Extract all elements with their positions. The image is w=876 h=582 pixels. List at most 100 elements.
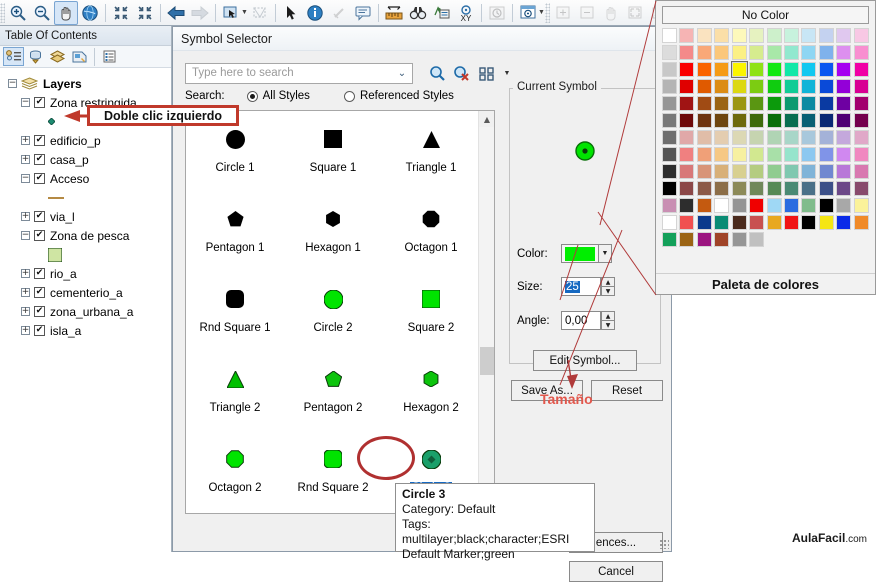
layer-row-isla-a[interactable]: + isla_a [2,321,171,340]
color-swatch[interactable] [662,198,677,213]
color-swatch[interactable] [766,96,782,111]
find-binoculars-icon[interactable] [406,1,430,25]
color-swatch[interactable] [679,147,695,162]
color-swatch[interactable] [766,28,782,43]
pan-page-icon[interactable] [599,1,623,25]
color-swatch[interactable] [730,61,748,78]
color-swatch[interactable] [818,164,834,179]
color-swatch[interactable] [679,28,695,43]
list-by-drawing-order-icon[interactable] [3,47,24,66]
search-icon[interactable] [427,64,447,83]
symbol-item[interactable]: Octagon 2 [186,436,284,513]
reset-button[interactable]: Reset [591,380,663,401]
layer-row-zona-de-pesca[interactable]: − Zona de pesca [2,226,171,245]
color-swatch[interactable] [801,79,817,94]
color-swatch[interactable] [662,130,677,145]
clear-search-icon[interactable] [451,64,471,83]
color-swatch[interactable] [696,130,712,145]
color-swatch[interactable] [662,215,677,230]
identify-icon[interactable] [303,1,327,25]
fixed-zoom-in-icon[interactable] [109,1,133,25]
scroll-up-button[interactable]: ▲ [479,111,494,127]
symbol-item[interactable]: Triangle 1 [382,116,480,196]
color-swatch[interactable] [836,45,852,60]
color-swatch[interactable] [714,164,730,179]
layer-row-cementerio-a[interactable]: + cementerio_a [2,283,171,302]
color-swatch[interactable] [662,28,677,43]
color-swatch[interactable] [662,96,677,111]
color-swatch[interactable] [801,198,817,213]
layer-row-zona-urbana-a[interactable]: + zona_urbana_a [2,302,171,321]
angle-stepper-down-icon[interactable]: ▼ [601,321,615,330]
html-popup-icon[interactable] [351,1,375,25]
color-swatch[interactable] [783,147,799,162]
color-swatch[interactable] [662,164,677,179]
color-swatch[interactable] [818,113,834,128]
zoom-in-page-icon[interactable] [551,1,575,25]
color-swatch[interactable] [853,130,869,145]
color-swatch[interactable] [749,113,765,128]
layer-visibility-checkbox[interactable] [34,306,45,317]
layer-row-acceso[interactable]: − Acceso [2,169,171,188]
symbol-item[interactable]: Rnd Square 1 [186,276,284,356]
angle-stepper[interactable]: ▲ ▼ [601,311,615,330]
color-swatch[interactable] [836,164,852,179]
create-viewer-window-icon[interactable] [516,1,540,25]
layer-visibility-checkbox[interactable] [34,230,45,241]
layer-visibility-checkbox[interactable] [34,97,45,108]
color-swatch[interactable] [714,181,730,196]
pan-hand-icon[interactable] [54,0,78,25]
color-swatch[interactable] [853,28,869,43]
layer-row-casa-p[interactable]: + casa_p [2,150,171,169]
color-swatch[interactable] [696,232,712,247]
color-swatch[interactable] [731,164,747,179]
color-swatch[interactable] [853,164,869,179]
color-swatch[interactable] [783,62,799,77]
color-swatch[interactable] [731,79,747,94]
color-swatch[interactable] [853,215,869,230]
color-swatch[interactable] [679,113,695,128]
find-route-icon[interactable] [430,1,454,25]
color-swatch[interactable] [731,113,747,128]
expander-icon[interactable]: − [21,174,30,183]
view-mode-icon[interactable] [477,64,497,83]
color-swatch[interactable] [801,96,817,111]
color-swatch[interactable] [714,62,730,77]
color-swatch[interactable] [783,113,799,128]
color-swatch[interactable] [749,96,765,111]
symbol-item[interactable]: Hexagon 2 [382,356,480,436]
no-color-button[interactable]: No Color [662,6,869,24]
color-swatch[interactable] [714,96,730,111]
color-swatch[interactable] [783,164,799,179]
color-swatch[interactable] [766,198,782,213]
angle-input[interactable]: 0,00 [561,311,601,330]
layer-row-rio-a[interactable]: + rio_a [2,264,171,283]
color-swatch[interactable] [662,181,677,196]
expander-icon[interactable]: − [21,231,30,240]
color-swatch[interactable] [801,113,817,128]
color-swatch[interactable] [818,215,834,230]
symbol-item[interactable]: Circle 1 [186,116,284,196]
color-swatch[interactable] [801,181,817,196]
color-swatch[interactable] [783,130,799,145]
color-swatch[interactable] [818,96,834,111]
color-swatch[interactable] [836,181,852,196]
color-swatch[interactable] [801,62,817,77]
symbol-item[interactable]: Octagon 1 [382,196,480,276]
color-swatch[interactable] [714,130,730,145]
color-swatch[interactable] [696,198,712,213]
color-swatch[interactable] [836,62,852,77]
color-swatch[interactable] [818,181,834,196]
color-swatch[interactable] [696,62,712,77]
layer-visibility-checkbox[interactable] [34,287,45,298]
color-swatch[interactable] [679,232,695,247]
color-swatch[interactable] [696,181,712,196]
color-swatch[interactable] [801,130,817,145]
color-swatch[interactable] [749,215,765,230]
color-swatch[interactable] [836,130,852,145]
symbol-item[interactable]: Triangle 2 [186,356,284,436]
color-swatch[interactable] [783,198,799,213]
color-swatch[interactable] [749,181,765,196]
color-swatch[interactable] [662,62,677,77]
color-swatch[interactable] [662,113,677,128]
